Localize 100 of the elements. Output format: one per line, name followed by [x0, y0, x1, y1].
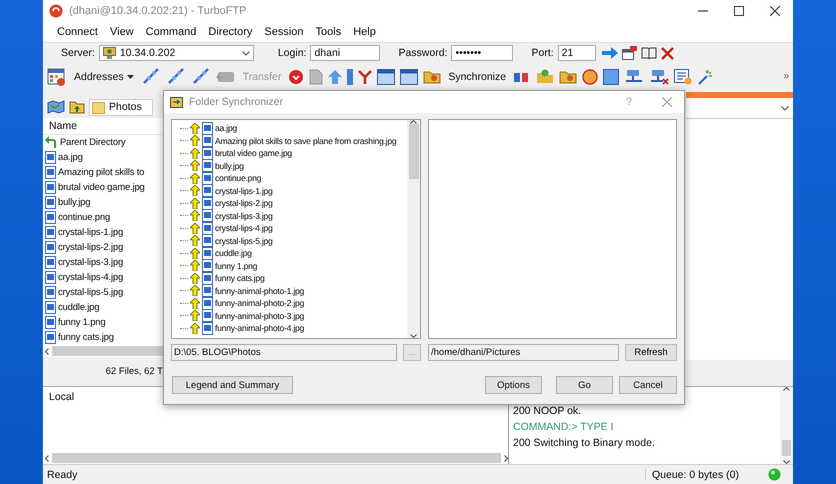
- server-dropdown[interactable]: 10.34.0.202: [98, 45, 254, 61]
- scrollbar-thumb[interactable]: [52, 453, 501, 463]
- file-name[interactable]: crystal-lips-4.jpg: [215, 223, 273, 234]
- window-icon[interactable]: [622, 46, 637, 60]
- folder-icon[interactable]: [423, 69, 442, 84]
- file-name[interactable]: brutal video game.jpg: [215, 148, 292, 158]
- column-header[interactable]: Name: [43, 118, 163, 135]
- file-name[interactable]: crystal-lips-5.jpg: [215, 236, 273, 246]
- file-name[interactable]: funny 1.png: [58, 317, 106, 328]
- book-icon[interactable]: [640, 47, 657, 59]
- toolbar-button[interactable]: Synchronize: [446, 70, 508, 82]
- file-name[interactable]: crystal-lips-1.jpg: [215, 186, 273, 196]
- up-arrow-icon: [190, 298, 200, 309]
- bar-icon[interactable]: [347, 68, 354, 84]
- right-scroll-icon[interactable]: [504, 454, 508, 462]
- fork-icon[interactable]: [358, 70, 372, 84]
- menu-item[interactable]: Command: [140, 26, 202, 38]
- wand-icon[interactable]: [697, 68, 714, 84]
- file-name[interactable]: crystal-lips-2.jpg: [215, 198, 273, 208]
- up-folder-icon[interactable]: [69, 100, 85, 114]
- checklist-icon[interactable]: [674, 68, 692, 84]
- ring-icon[interactable]: [582, 68, 598, 84]
- menu-item[interactable]: Connect: [51, 26, 104, 38]
- calendar-icon[interactable]: [47, 66, 67, 86]
- menu-item[interactable]: Help: [347, 26, 382, 38]
- legend-button[interactable]: Legend and Summary: [172, 376, 293, 394]
- menu-item[interactable]: Tools: [310, 26, 348, 38]
- left-scroll-icon[interactable]: [45, 454, 49, 462]
- down-scroll-icon[interactable]: [783, 460, 790, 464]
- up-scroll-icon[interactable]: [783, 387, 790, 391]
- down-scroll-icon[interactable]: [410, 334, 417, 338]
- file-name[interactable]: bully.jpg: [58, 197, 90, 208]
- file-name[interactable]: aa.jpg: [215, 123, 237, 134]
- file-name[interactable]: aa.jpg: [58, 152, 83, 163]
- left-scroll-icon[interactable]: [45, 348, 49, 354]
- menu-item[interactable]: Directory: [202, 26, 258, 38]
- panel-icon[interactable]: [400, 68, 418, 84]
- circle-icon[interactable]: [288, 68, 304, 84]
- port-field[interactable]: 21: [558, 45, 596, 61]
- up-arrow-icon: [190, 148, 200, 159]
- file-name[interactable]: Amazing pilot skills to save plane from crashing.jpg: [215, 136, 396, 146]
- menu-item[interactable]: View: [104, 26, 140, 38]
- panel-icon[interactable]: [377, 68, 396, 84]
- folder-icon[interactable]: [559, 69, 578, 84]
- menu-item[interactable]: Session: [258, 26, 310, 38]
- remote-path-field[interactable]: /home/dhani/Pictures: [428, 344, 619, 361]
- network-x-icon[interactable]: [649, 68, 670, 84]
- close-icon[interactable]: [770, 6, 780, 16]
- addresses-menu[interactable]: Addresses: [72, 70, 136, 82]
- queue-status: Queue: 0 bytes (0): [645, 468, 762, 480]
- file-name[interactable]: crystal-lips-3.jpg: [58, 257, 124, 268]
- file-name[interactable]: funny 1.png: [215, 260, 258, 271]
- file-name[interactable]: funny cats.jpg: [215, 273, 265, 284]
- file-name[interactable]: crystal-lips-4.jpg: [58, 272, 124, 283]
- local-path-field[interactable]: D:\05. BLOG\Photos: [171, 344, 397, 361]
- file-name[interactable]: crystal-lips-3.jpg: [215, 210, 273, 221]
- file-name[interactable]: funny-animal-photo-1.jpg: [215, 286, 304, 296]
- options-button[interactable]: Options: [485, 376, 542, 394]
- chain-icon[interactable]: [140, 68, 161, 86]
- file-name[interactable]: Parent Directory: [60, 137, 126, 148]
- file-name[interactable]: bully.jpg: [215, 160, 244, 171]
- log-line: 200 NOOP ok.: [513, 404, 582, 419]
- go-button[interactable]: Go: [556, 376, 613, 394]
- square-icon[interactable]: [603, 68, 620, 84]
- scrollbar-thumb[interactable]: [52, 346, 163, 356]
- file-name[interactable]: crystal-lips-2.jpg: [58, 242, 124, 253]
- file-name[interactable]: funny-animal-photo-2.jpg: [215, 298, 304, 308]
- x-icon[interactable]: [660, 46, 674, 60]
- chain-icon[interactable]: [190, 68, 211, 86]
- password-field[interactable]: •••••••: [451, 45, 514, 61]
- file-name[interactable]: crystal-lips-1.jpg: [58, 227, 124, 238]
- dialog-title: Folder Synchronizer: [189, 96, 284, 108]
- right-arrow-icon[interactable]: [602, 47, 618, 59]
- scrollbar-thumb[interactable]: [782, 440, 791, 456]
- file-name[interactable]: funny-animal-photo-3.jpg: [215, 310, 304, 321]
- network-icon[interactable]: [624, 68, 644, 84]
- file-name[interactable]: funny-animal-photo-4.jpg: [215, 323, 304, 334]
- file-name[interactable]: brutal video game.jpg: [58, 182, 145, 193]
- chain-icon[interactable]: [166, 68, 186, 86]
- map-icon[interactable]: [47, 100, 65, 114]
- file-name[interactable]: cuddle.jpg: [58, 302, 100, 313]
- cancel-button[interactable]: Cancel: [619, 376, 677, 394]
- file-name[interactable]: continue.png: [58, 212, 110, 223]
- file-name[interactable]: cuddle.jpg: [215, 248, 252, 258]
- file-name[interactable]: Amazing pilot skills to: [58, 167, 144, 178]
- dialog-close-icon[interactable]: [662, 97, 672, 107]
- folder-tab[interactable]: Photos: [89, 98, 153, 116]
- file-name[interactable]: crystal-lips-5.jpg: [58, 287, 124, 298]
- refresh-button[interactable]: Refresh: [625, 344, 677, 361]
- chevron-icon: [242, 50, 250, 56]
- scrollbar-thumb[interactable]: [408, 124, 418, 179]
- file-name[interactable]: funny cats.jpg: [58, 332, 114, 343]
- status-text: Ready: [47, 468, 78, 480]
- up-scroll-icon[interactable]: [410, 120, 417, 124]
- file-name[interactable]: continue.png: [215, 173, 262, 184]
- up-arrow-icon[interactable]: [328, 70, 342, 84]
- document-icon[interactable]: [309, 68, 324, 84]
- login-field[interactable]: dhani: [310, 45, 380, 61]
- maximize-icon[interactable]: [734, 6, 744, 16]
- overflow-button[interactable]: »: [783, 71, 789, 82]
